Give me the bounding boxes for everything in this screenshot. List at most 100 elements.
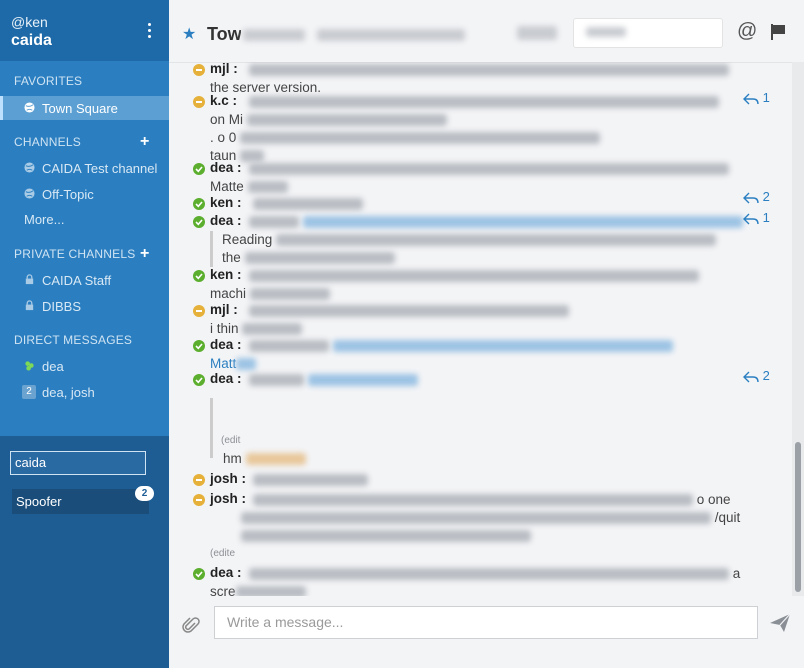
post-username[interactable]: ken : — [210, 267, 242, 282]
post-username[interactable]: mjl : — [210, 62, 238, 76]
post-line: scre — [210, 584, 236, 596]
more-channels-link[interactable]: More... — [24, 212, 64, 227]
message-input[interactable]: Write a message... — [214, 606, 758, 639]
sidebar-item-dibbs[interactable]: DIBBS — [0, 294, 169, 318]
post-text — [249, 337, 673, 355]
post-username[interactable]: dea : — [210, 160, 242, 175]
post-text — [249, 371, 418, 389]
channel-header: ★ Town Square @ — [169, 0, 804, 63]
lock-icon — [25, 300, 34, 311]
quote-line: the — [222, 250, 241, 265]
post-text-continued: . o 0 — [210, 129, 601, 147]
main-menu-icon[interactable] — [145, 23, 153, 41]
post-text — [249, 302, 569, 320]
main-panel: ★ Town Square @ mjl : the server version… — [169, 0, 804, 668]
post-text-continued: /quit — [241, 509, 740, 527]
team-name: caida — [11, 32, 52, 49]
mentions-icon[interactable]: @ — [737, 20, 757, 43]
reply-count-value: 2 — [762, 189, 770, 204]
post-line: Matte — [210, 179, 244, 194]
reply-icon — [743, 213, 759, 225]
post-username[interactable]: dea : — [210, 337, 242, 352]
sidebar-item-dm-dea-josh[interactable]: 2 dea, josh — [0, 380, 169, 404]
sidebar-item-off-topic[interactable]: Off-Topic — [0, 182, 169, 206]
sidebar-item-dm-dea[interactable]: dea — [0, 354, 169, 378]
post-text — [249, 62, 729, 79]
post-username[interactable]: k.c : — [210, 93, 237, 108]
sidebar-item-caida-staff[interactable]: CAIDA Staff — [0, 268, 169, 292]
reply-count[interactable]: 2 — [743, 189, 770, 204]
post-username[interactable]: dea : — [210, 371, 242, 386]
online-status-icon — [193, 216, 205, 228]
unread-badge: 2 — [135, 486, 154, 501]
reply-count[interactable]: 1 — [743, 210, 770, 225]
away-status-icon — [193, 64, 205, 76]
post-username[interactable]: dea : — [210, 213, 242, 228]
sidebar-item-label: CAIDA Staff — [42, 273, 112, 288]
sidebar-item-town-square[interactable]: Town Square — [0, 96, 172, 120]
sidebar-item-label: dea, josh — [42, 385, 95, 400]
reply-count-value: 1 — [762, 90, 770, 105]
channel-purpose — [317, 29, 465, 41]
post-text — [249, 93, 719, 111]
online-status-icon — [193, 340, 205, 352]
post-text-continued: scre — [210, 583, 306, 596]
channels-title: CHANNELS — [14, 135, 81, 149]
post-text-continued: Matte — [210, 178, 288, 196]
add-private-channel-icon[interactable]: + — [140, 245, 149, 263]
channel-title[interactable]: Town Square — [207, 24, 241, 45]
paperclip-icon[interactable] — [181, 616, 201, 636]
username-handle: @ken — [11, 14, 48, 30]
globe-icon — [24, 162, 35, 173]
search-input[interactable] — [573, 18, 723, 48]
reply-count[interactable]: 1 — [743, 90, 770, 105]
reply-icon — [743, 371, 759, 383]
away-status-icon — [193, 474, 205, 486]
post-username[interactable]: mjl : — [210, 302, 238, 317]
globe-icon — [24, 188, 35, 199]
post-list-scrollbar[interactable] — [792, 62, 804, 596]
post-line: . o 0 — [210, 130, 237, 145]
sidebar-item-label: Town Square — [42, 101, 118, 116]
post-username[interactable]: dea : — [210, 565, 242, 580]
post-text — [249, 267, 699, 285]
reply-icon — [743, 93, 759, 105]
sidebar-item-label: Off-Topic — [42, 187, 94, 202]
away-status-icon — [193, 494, 205, 506]
post-text-continued: machi — [210, 285, 330, 303]
team-header[interactable]: @ken caida — [0, 0, 169, 61]
reply-icon — [743, 192, 759, 204]
private-channels-title: PRIVATE CHANNELS — [14, 247, 136, 261]
post-line: a — [732, 566, 741, 581]
add-channel-icon[interactable]: + — [140, 133, 149, 151]
composer: Write a message... — [169, 596, 804, 668]
send-icon[interactable] — [769, 613, 791, 633]
post-line: /quit — [714, 510, 741, 525]
scrollbar-thumb[interactable] — [795, 442, 801, 592]
post-list: mjl : the server version. k.c : on Mi . … — [169, 62, 791, 596]
post-text-continued: i thin — [210, 320, 303, 338]
quote-line: Reading — [222, 232, 273, 247]
team-item-spoofer[interactable]: Spoofer — [12, 489, 149, 514]
sidebar-item-label: CAIDA Test channel — [42, 161, 158, 176]
sidebar-item-caida-test-channel[interactable]: CAIDA Test channel — [0, 156, 169, 180]
post-username[interactable]: josh : — [210, 491, 246, 506]
sidebar-item-label: dea — [42, 359, 64, 374]
post-username[interactable]: ken : — [210, 195, 242, 210]
header-icons — [517, 26, 557, 40]
post-text — [249, 213, 743, 231]
star-icon[interactable]: ★ — [182, 24, 196, 44]
search-placeholder — [586, 27, 626, 37]
channel-name: Town Square — [207, 24, 241, 44]
post-line: hm — [223, 451, 242, 466]
team-search-input[interactable]: caida — [10, 451, 146, 475]
reply-count[interactable]: 2 — [743, 368, 770, 383]
online-status-icon — [25, 361, 34, 371]
globe-icon — [24, 102, 35, 113]
member-count-badge: 2 — [22, 385, 36, 399]
flag-icon[interactable] — [770, 23, 788, 41]
post-text — [253, 471, 368, 489]
attachment-border — [210, 398, 213, 458]
post-text-continued: on Mi — [210, 111, 447, 129]
post-username[interactable]: josh : — [210, 471, 246, 486]
